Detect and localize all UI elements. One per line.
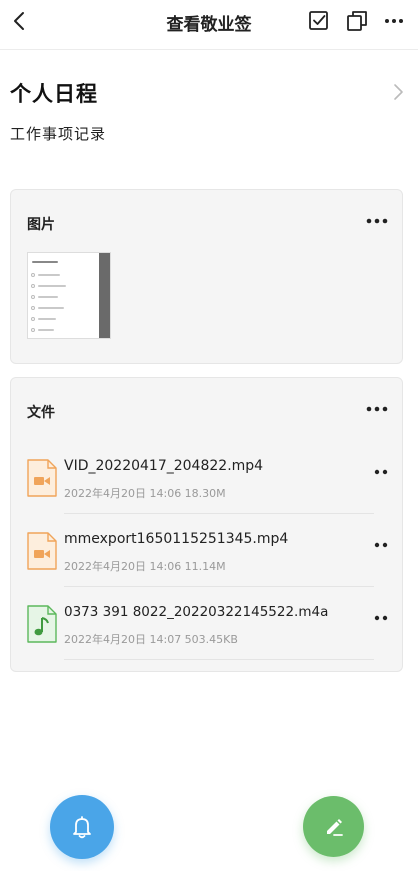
file-more-icon[interactable] (374, 468, 388, 476)
thumbnail-dot (31, 295, 35, 299)
chevron-right-icon[interactable] (390, 82, 406, 102)
thumbnail-dot (31, 317, 35, 321)
top-bar: 查看敬业签 (0, 0, 418, 50)
file-more-icon[interactable] (374, 541, 388, 549)
note-header[interactable]: 个人日程 工作事项记录 (10, 78, 410, 144)
audio-file-icon (27, 605, 57, 643)
note-title: 个人日程 (10, 82, 98, 106)
pencil-icon (326, 818, 343, 836)
file-divider (64, 513, 374, 514)
file-name: VID_20220417_204822.mp4 (64, 458, 264, 474)
thumbnail-line (38, 329, 54, 331)
thumbnail-line (38, 318, 56, 320)
video-file-icon (27, 532, 57, 570)
copy-icon[interactable] (345, 9, 369, 33)
file-more-icon[interactable] (374, 614, 388, 622)
images-section-title: 图片 (27, 217, 55, 233)
checkbox-icon[interactable] (307, 9, 331, 33)
thumbnail-line (38, 285, 66, 287)
thumbnail-dot (31, 328, 35, 332)
files-section-title: 文件 (27, 405, 55, 421)
reminder-button[interactable] (50, 795, 114, 859)
bell-icon (73, 816, 91, 839)
thumbnail-dot (31, 273, 35, 277)
file-name: mmexport1650115251345.mp4 (64, 531, 289, 547)
thumbnail-line (38, 296, 58, 298)
edit-button[interactable] (303, 796, 364, 857)
thumbnail-dot (31, 284, 35, 288)
file-item[interactable]: 0373 391 8022_20220322145522.m4a 2022年4月… (11, 598, 404, 666)
more-icon[interactable] (382, 9, 406, 33)
video-file-icon (27, 459, 57, 497)
file-meta: 2022年4月20日 14:06 11.14M (64, 560, 226, 573)
files-card: 文件 VID_20220417_204822.mp4 2022年4月20日 14… (10, 377, 403, 672)
file-name: 0373 391 8022_20220322145522.m4a (64, 604, 329, 620)
file-item[interactable]: mmexport1650115251345.mp4 2022年4月20日 14:… (11, 525, 404, 593)
thumbnail-dot (31, 306, 35, 310)
file-divider (64, 659, 374, 660)
file-divider (64, 586, 374, 587)
file-meta: 2022年4月20日 14:06 18.30M (64, 487, 226, 500)
image-thumbnail[interactable] (27, 252, 111, 339)
thumbnail-sidebar (99, 253, 110, 338)
note-content: 工作事项记录 (10, 125, 107, 143)
thumbnail-line (32, 261, 58, 263)
file-item[interactable]: VID_20220417_204822.mp4 2022年4月20日 14:06… (11, 452, 404, 520)
images-more-icon[interactable] (366, 214, 388, 228)
thumbnail-line (38, 307, 64, 309)
images-card: 图片 (10, 189, 403, 364)
files-more-icon[interactable] (366, 402, 388, 416)
file-meta: 2022年4月20日 14:07 503.45KB (64, 633, 238, 646)
thumbnail-line (38, 274, 60, 276)
